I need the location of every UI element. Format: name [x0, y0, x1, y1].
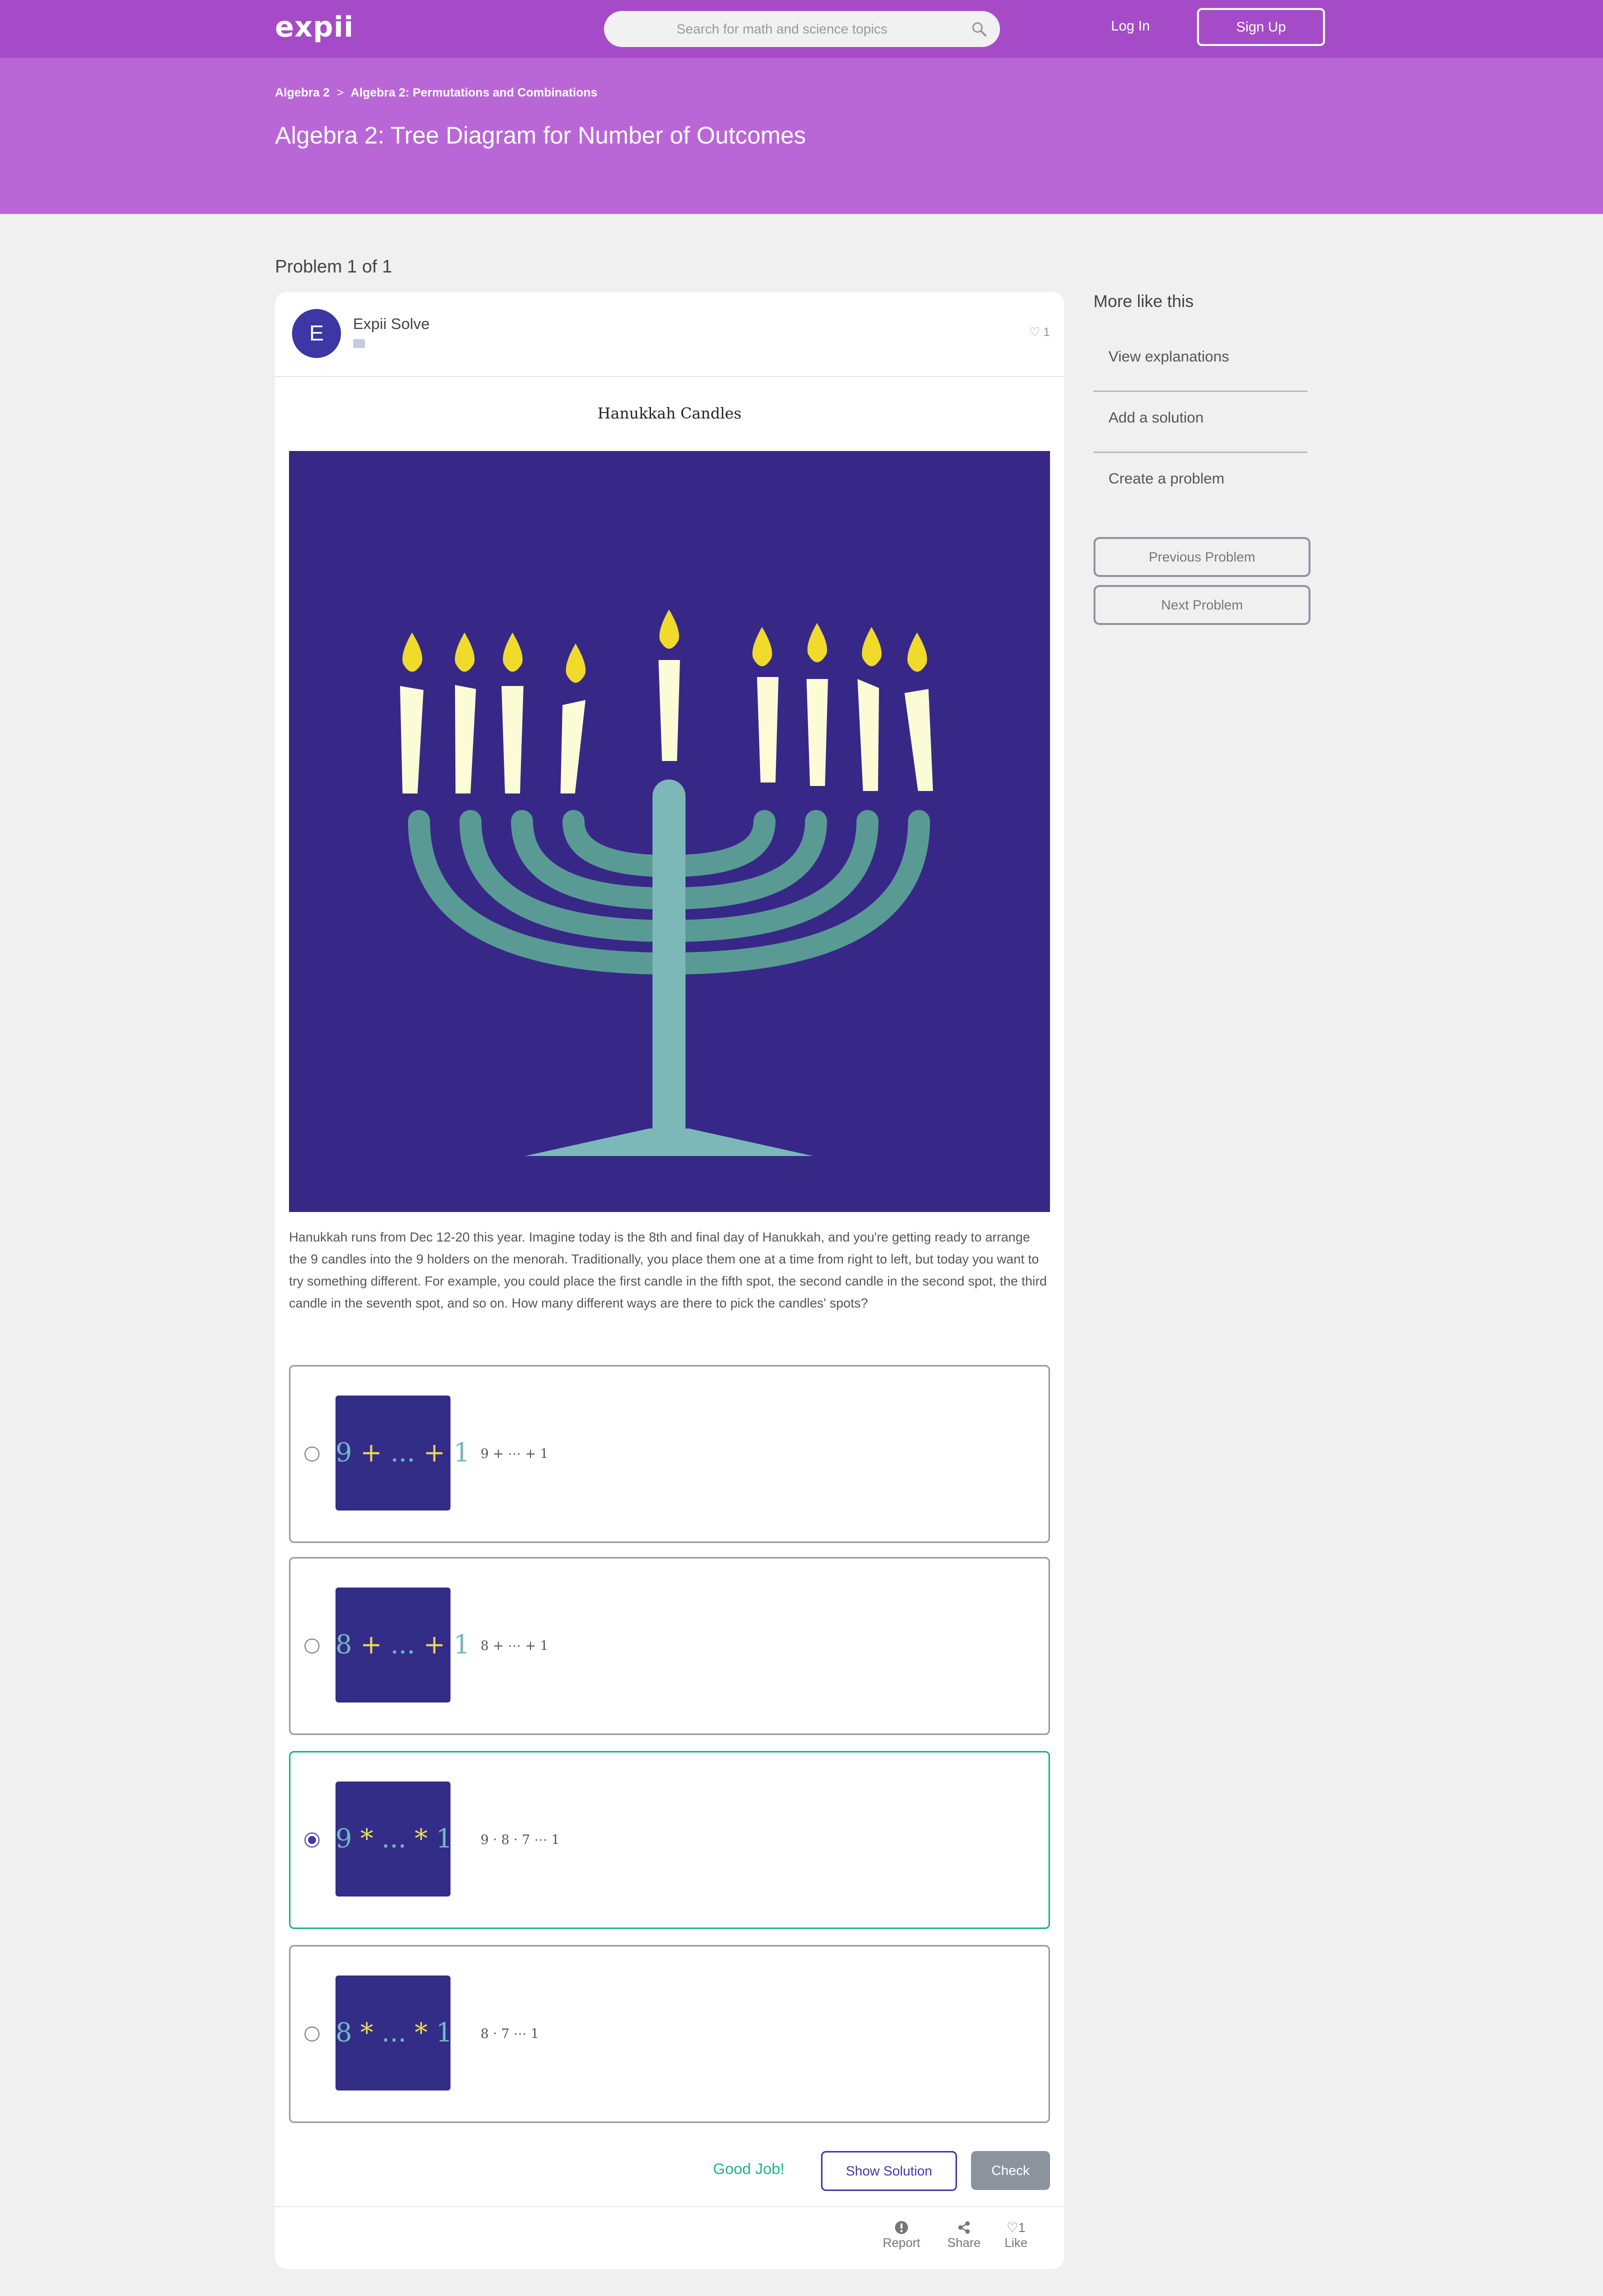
question-text: Hanukkah runs from Dec 12-20 this year. …	[289, 1230, 1047, 1310]
answer-option-3[interactable]: 9 * ... * 1 9 · 8 · 7 ⋯ 1	[289, 1751, 1050, 1929]
show-solution-button[interactable]: Show Solution	[821, 2151, 957, 2191]
radio-button-selected[interactable]	[304, 1832, 320, 1848]
share-icon	[958, 2221, 970, 2234]
page-title: Algebra 2: Tree Diagram for Number of Ou…	[275, 122, 806, 149]
problem-card: E Expii Solve ♡ 1 Hanukkah Candles Hanuk…	[275, 292, 1064, 2269]
signup-button[interactable]: Sign Up	[1197, 8, 1325, 46]
search-bar[interactable]: Search for math and science topics	[604, 11, 1000, 47]
footer-divider	[275, 2206, 1064, 2207]
radio-button[interactable]	[304, 2026, 320, 2042]
like-button[interactable]: ♡1 Like	[1000, 2219, 1032, 2250]
heart-icon: ♡	[1006, 2220, 1018, 2235]
previous-problem-button[interactable]: Previous Problem	[1094, 537, 1310, 577]
author-name[interactable]: Expii Solve	[353, 315, 430, 333]
radio-button[interactable]	[304, 1446, 320, 1462]
sidebar-link-create-problem[interactable]: Create a problem	[1094, 454, 1308, 514]
next-problem-button[interactable]: Next Problem	[1094, 585, 1310, 625]
sidebar-link-add-solution[interactable]: Add a solution	[1094, 393, 1308, 453]
answer-option-4[interactable]: 8 * ... * 1 8 · 7 ⋯ 1	[289, 1945, 1050, 2123]
heart-icon: ♡	[1029, 326, 1040, 339]
check-button[interactable]: Check	[971, 2151, 1050, 2190]
menorah-illustration	[289, 451, 1050, 1212]
breadcrumb-separator: >	[336, 86, 344, 100]
top-navbar: expii Search for math and science topics…	[0, 0, 1603, 58]
top-like-count: 1	[1043, 326, 1050, 339]
breadcrumb: Algebra 2 > Algebra 2: Permutations and Co…	[275, 86, 598, 100]
sidebar-title: More like this	[1094, 292, 1194, 311]
option-label: 8 · 7 ⋯ 1	[480, 2026, 539, 2042]
expii-logo[interactable]: expii	[275, 11, 354, 44]
option-thumbnail: 8 + ... + 1	[336, 1588, 470, 1702]
breadcrumb-item-algebra-2[interactable]: Algebra 2	[275, 86, 330, 100]
option-label: 9 · 8 · 7 ⋯ 1	[480, 1832, 560, 1848]
radio-button[interactable]	[304, 1638, 320, 1654]
problem-counter: Problem 1 of 1	[275, 256, 392, 276]
option-label: 8 + ⋯ + 1	[480, 1638, 548, 1654]
top-like-button[interactable]: ♡ 1	[1029, 325, 1050, 340]
login-link[interactable]: Log In	[1111, 18, 1150, 34]
answer-option-2[interactable]: 8 + ... + 1 8 + ⋯ + 1	[289, 1557, 1050, 1735]
share-button[interactable]: Share	[944, 2219, 984, 2250]
header-divider	[275, 376, 1064, 377]
report-icon	[895, 2221, 908, 2234]
option-label: 9 + ⋯ + 1	[480, 1446, 548, 1462]
search-input[interactable]: Search for math and science topics	[604, 11, 960, 47]
answer-option-1[interactable]: 9 + ... + 1 9 + ⋯ + 1	[289, 1365, 1050, 1543]
report-button[interactable]: Report	[879, 2219, 924, 2250]
search-icon[interactable]	[971, 21, 987, 37]
option-thumbnail: 9 + ... + 1	[336, 1396, 470, 1510]
avatar[interactable]: E	[292, 309, 341, 358]
author-badge-icon	[353, 339, 365, 348]
figure-title: Hanukkah Candles	[598, 405, 742, 422]
page-hero: Algebra 2 > Algebra 2: Permutations and Co…	[0, 58, 1603, 214]
option-thumbnail: 9 * ... * 1	[336, 1782, 452, 1896]
option-thumbnail: 8 * ... * 1	[336, 1976, 452, 2090]
feedback-message: Good Job!	[713, 2160, 785, 2178]
sidebar-link-view-explanations[interactable]: View explanations	[1094, 332, 1308, 392]
breadcrumb-item-permutations[interactable]: Algebra 2: Permutations and Combinations	[350, 86, 597, 100]
